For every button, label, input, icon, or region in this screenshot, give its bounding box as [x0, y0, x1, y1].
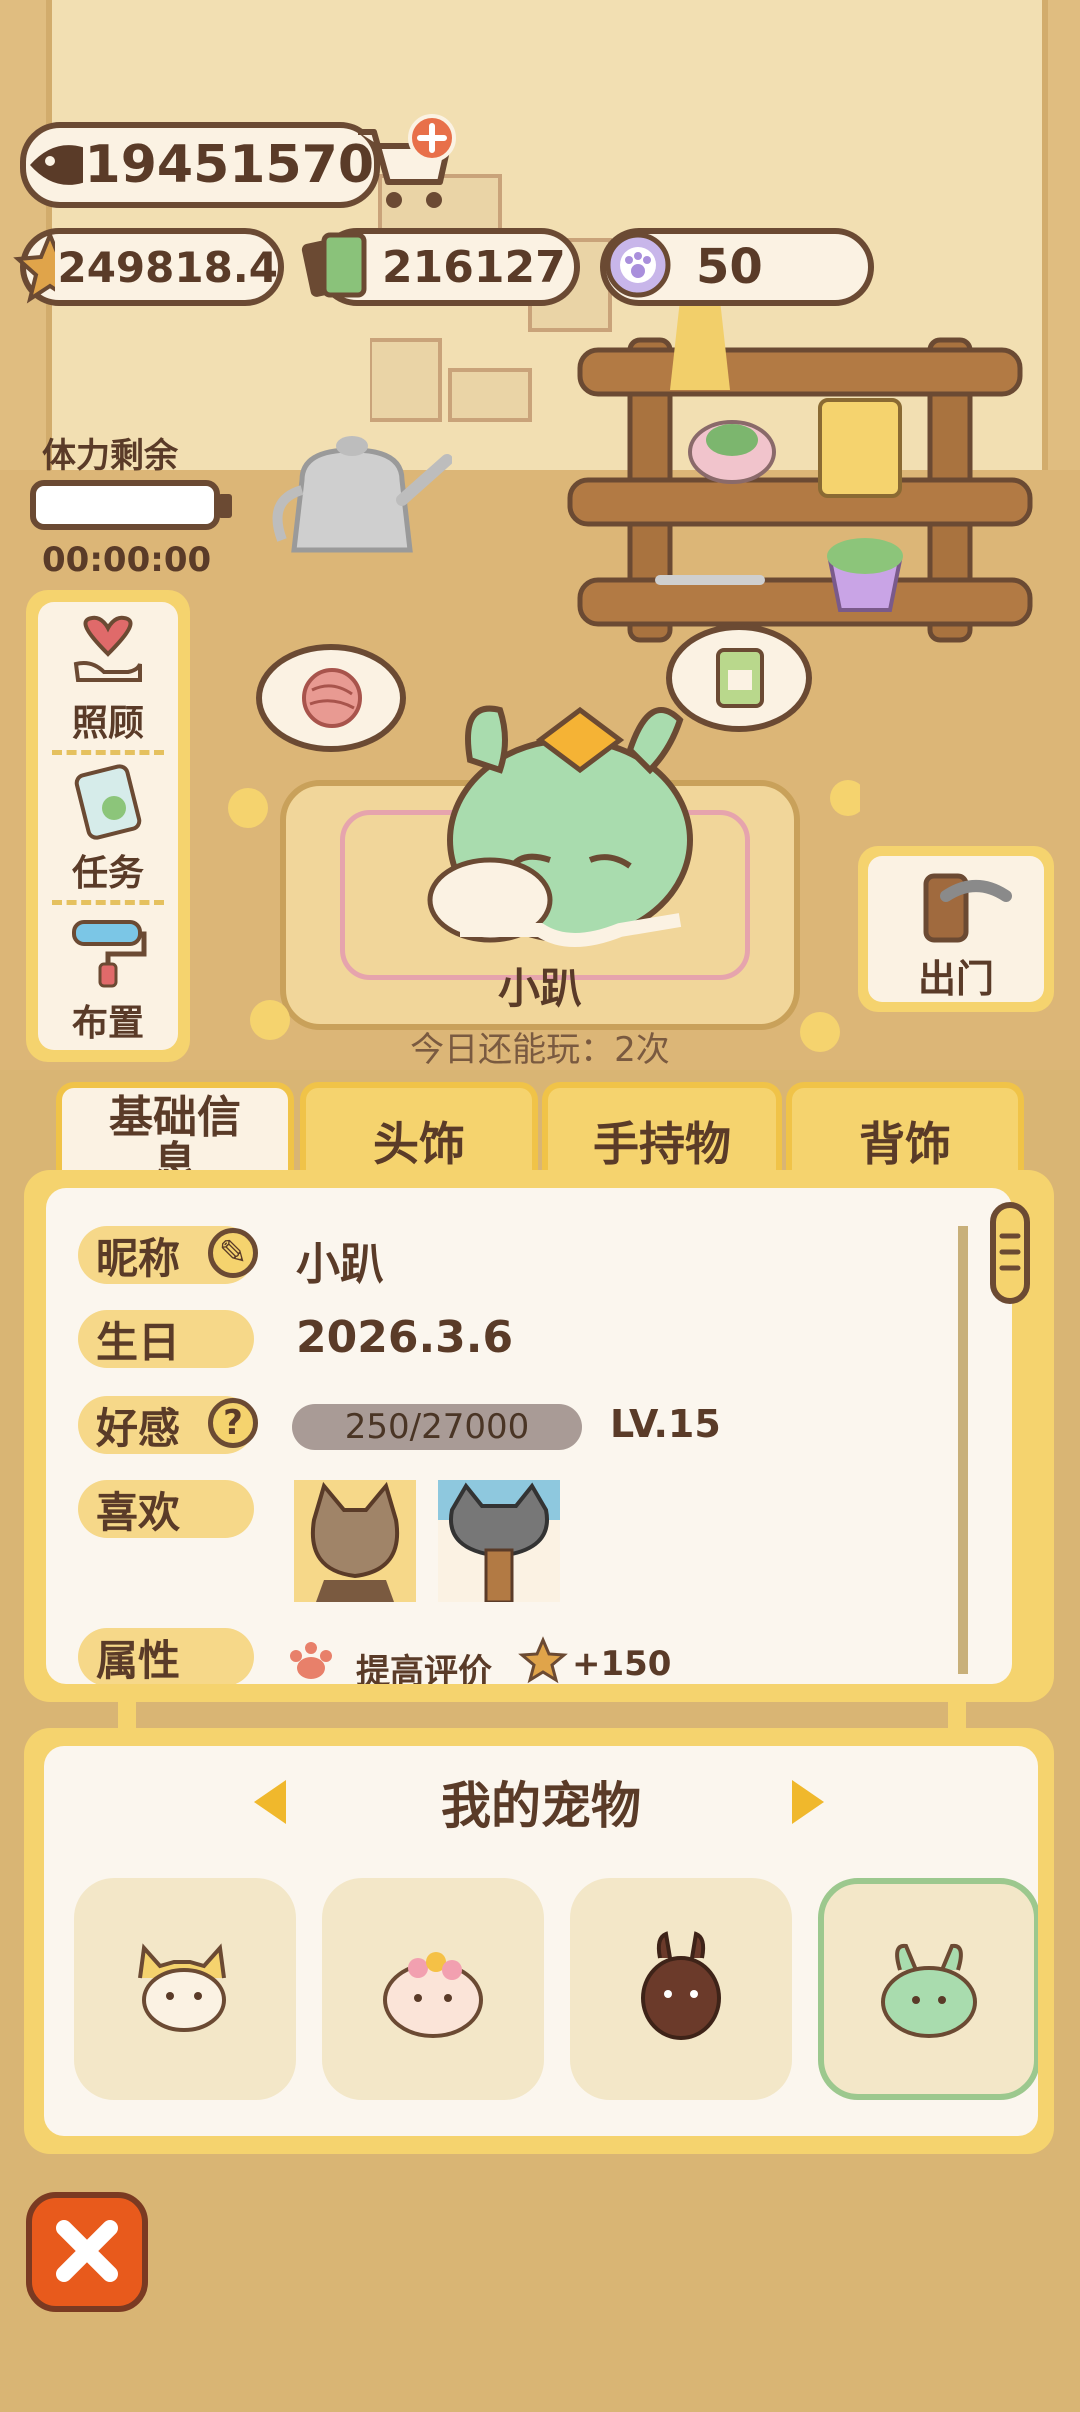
close-button[interactable] [26, 2192, 148, 2312]
stamina-bar-cap [218, 494, 232, 518]
favor-label: 好感 [96, 1403, 181, 1453]
stamina-timer: 00:00:00 [42, 540, 212, 580]
attribute-bonus: +150 [572, 1644, 672, 1684]
fish-amount: 19451570 [84, 135, 374, 195]
tab-basic-info-line1: 基础信 [109, 1092, 241, 1143]
liked-cat-avatar-2[interactable] [438, 1480, 560, 1602]
pet-slot-4-selected[interactable] [818, 1878, 1038, 2100]
birthday-tag: 生日 [78, 1310, 254, 1368]
birthday-label: 生日 [96, 1317, 181, 1367]
scrollbar-track[interactable] [958, 1226, 968, 1674]
favor-progress-bar: 250/27000 [292, 1404, 582, 1450]
cart-icon [358, 114, 456, 208]
cash-amount: 216127 [382, 241, 566, 293]
shelf-decoration [567, 300, 1033, 643]
paw-print-icon [290, 1642, 332, 1679]
kettle-decoration [272, 436, 452, 553]
liked-cat-avatar-1[interactable] [294, 1480, 416, 1602]
star-amount: 249818.4 [57, 242, 278, 292]
attribute-text: 提高评价 [356, 1652, 492, 1684]
task-button[interactable]: 任务 [38, 764, 178, 896]
care-heart-icon [73, 615, 142, 682]
star-icon [13, 229, 56, 304]
pet-slot-3[interactable] [570, 1878, 792, 2100]
pet-name: 小趴 [497, 964, 582, 1013]
attribute-label: 属性 [96, 1635, 181, 1685]
paw-coin-icon [605, 232, 671, 298]
paw-amount: 50 [696, 239, 763, 295]
go-out-label: 出门 [917, 957, 994, 1001]
likes-label: 喜欢 [96, 1487, 181, 1537]
menu-divider [52, 750, 164, 755]
birthday-value: 2026.3.6 [296, 1312, 514, 1363]
pet-slot-2[interactable] [322, 1878, 544, 2100]
side-menu-inner: 照顾 任务 布置 [38, 602, 178, 1050]
pet-slot-1[interactable] [74, 1878, 296, 2100]
info-content[interactable]: 昵称 ✎ 小趴 生日 2026.3.6 好感 ? 250/27000 LV.15… [46, 1188, 1012, 1684]
pet-character[interactable] [400, 680, 720, 970]
task-label: 任务 [71, 853, 144, 894]
cash-currency: 216127 [301, 228, 580, 306]
go-out-inner: 出门 [868, 856, 1044, 1002]
pets-title: 我的宠物 [441, 1777, 641, 1835]
shop-cart-button[interactable] [350, 112, 460, 212]
scrollbar-thumb[interactable] [990, 1202, 1030, 1304]
care-label: 照顾 [71, 703, 144, 744]
attribute-tag: 属性 [78, 1628, 254, 1684]
pet-thumb-4 [881, 1943, 977, 2038]
nickname-value: 小趴 [296, 1239, 384, 1290]
nickname-label: 昵称 [96, 1233, 181, 1283]
go-out-button[interactable]: 出门 [858, 846, 1054, 1012]
stamina-bar [30, 480, 220, 530]
fish-icon [30, 145, 83, 185]
pet-thumb-1 [138, 1943, 226, 2032]
task-clipboard-icon [74, 764, 142, 840]
paint-roller-icon [72, 920, 147, 988]
pet-thumb-3 [641, 1931, 721, 2040]
yarn-ball-icon [302, 668, 362, 728]
door-handle-icon [923, 873, 1012, 943]
yarn-wish-bubble[interactable] [256, 644, 406, 752]
fish-currency: 19451570 [20, 122, 380, 208]
cash-icon [301, 232, 367, 298]
decorate-label: 布置 [71, 1003, 144, 1044]
stamina-label: 体力剩余 [42, 436, 178, 476]
favor-level: LV.15 [610, 1402, 721, 1446]
star-currency: 249818.4 [13, 228, 284, 306]
star-small-icon [518, 1636, 568, 1684]
next-arrow-icon[interactable] [792, 1780, 824, 1824]
paw-currency: 50 [600, 228, 874, 306]
side-menu: 照顾 任务 布置 [26, 590, 190, 1062]
play-remaining-text: 今日还能玩：2次 [410, 1030, 670, 1070]
menu-divider [52, 900, 164, 905]
decorate-button[interactable]: 布置 [38, 914, 178, 1046]
pet-thumb-2 [383, 1952, 483, 2038]
favor-help-icon[interactable]: ? [208, 1398, 258, 1448]
likes-tag: 喜欢 [78, 1480, 254, 1538]
pets-content: 我的宠物 [44, 1746, 1038, 2136]
edit-nickname-icon[interactable]: ✎ [208, 1228, 258, 1278]
close-icon [56, 2220, 118, 2282]
scroll-grip-icon [999, 1233, 1021, 1271]
care-button[interactable]: 照顾 [38, 614, 178, 746]
